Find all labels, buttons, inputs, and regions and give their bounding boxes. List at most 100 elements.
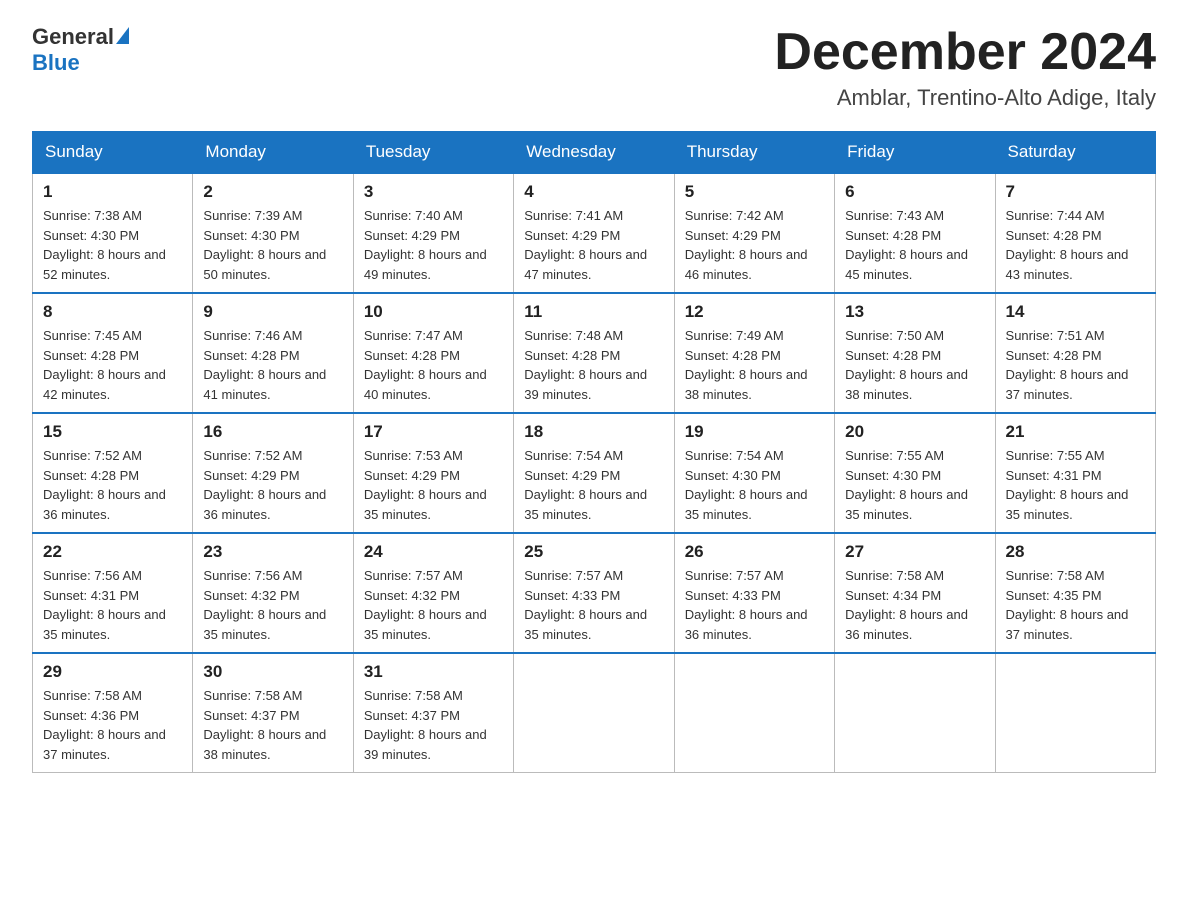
calendar-cell: 20 Sunrise: 7:55 AMSunset: 4:30 PMDayligh… xyxy=(835,413,995,533)
week-row-3: 15 Sunrise: 7:52 AMSunset: 4:28 PMDayligh… xyxy=(33,413,1156,533)
day-number: 17 xyxy=(364,422,503,442)
day-number: 27 xyxy=(845,542,984,562)
day-info: Sunrise: 7:56 AMSunset: 4:32 PMDaylight:… xyxy=(203,566,342,644)
day-number: 29 xyxy=(43,662,182,682)
header-thursday: Thursday xyxy=(674,132,834,174)
day-number: 16 xyxy=(203,422,342,442)
day-info: Sunrise: 7:40 AMSunset: 4:29 PMDaylight:… xyxy=(364,206,503,284)
day-info: Sunrise: 7:50 AMSunset: 4:28 PMDaylight:… xyxy=(845,326,984,404)
day-number: 15 xyxy=(43,422,182,442)
day-info: Sunrise: 7:57 AMSunset: 4:33 PMDaylight:… xyxy=(685,566,824,644)
day-number: 14 xyxy=(1006,302,1145,322)
day-info: Sunrise: 7:45 AMSunset: 4:28 PMDaylight:… xyxy=(43,326,182,404)
calendar-cell: 13 Sunrise: 7:50 AMSunset: 4:28 PMDayligh… xyxy=(835,293,995,413)
calendar-cell: 28 Sunrise: 7:58 AMSunset: 4:35 PMDayligh… xyxy=(995,533,1155,653)
header-monday: Monday xyxy=(193,132,353,174)
calendar-cell: 8 Sunrise: 7:45 AMSunset: 4:28 PMDaylight… xyxy=(33,293,193,413)
day-number: 3 xyxy=(364,182,503,202)
calendar-cell: 12Sunrise: 7:49 AMSunset: 4:28 PMDayligh… xyxy=(674,293,834,413)
calendar-cell: 26 Sunrise: 7:57 AMSunset: 4:33 PMDayligh… xyxy=(674,533,834,653)
day-info: Sunrise: 7:39 AMSunset: 4:30 PMDaylight:… xyxy=(203,206,342,284)
day-number: 10 xyxy=(364,302,503,322)
day-number: 23 xyxy=(203,542,342,562)
day-info: Sunrise: 7:58 AMSunset: 4:35 PMDaylight:… xyxy=(1006,566,1145,644)
calendar-cell: 18 Sunrise: 7:54 AMSunset: 4:29 PMDayligh… xyxy=(514,413,674,533)
calendar-cell: 1 Sunrise: 7:38 AMSunset: 4:30 PMDaylight… xyxy=(33,173,193,293)
calendar-cell: 23 Sunrise: 7:56 AMSunset: 4:32 PMDayligh… xyxy=(193,533,353,653)
day-number: 21 xyxy=(1006,422,1145,442)
day-number: 2 xyxy=(203,182,342,202)
month-title: December 2024 xyxy=(774,24,1156,81)
location-title: Amblar, Trentino-Alto Adige, Italy xyxy=(774,85,1156,111)
page-header: General Blue December 2024 Amblar, Trent… xyxy=(32,24,1156,111)
day-info: Sunrise: 7:58 AMSunset: 4:36 PMDaylight:… xyxy=(43,686,182,764)
day-info: Sunrise: 7:51 AMSunset: 4:28 PMDaylight:… xyxy=(1006,326,1145,404)
day-number: 4 xyxy=(524,182,663,202)
calendar-cell: 10 Sunrise: 7:47 AMSunset: 4:28 PMDayligh… xyxy=(353,293,513,413)
calendar-cell: 11 Sunrise: 7:48 AMSunset: 4:28 PMDayligh… xyxy=(514,293,674,413)
calendar-cell: 3 Sunrise: 7:40 AMSunset: 4:29 PMDaylight… xyxy=(353,173,513,293)
day-number: 20 xyxy=(845,422,984,442)
logo-triangle-icon xyxy=(116,27,129,44)
day-info: Sunrise: 7:57 AMSunset: 4:32 PMDaylight:… xyxy=(364,566,503,644)
header-wednesday: Wednesday xyxy=(514,132,674,174)
calendar-cell: 7 Sunrise: 7:44 AMSunset: 4:28 PMDaylight… xyxy=(995,173,1155,293)
calendar-cell: 15 Sunrise: 7:52 AMSunset: 4:28 PMDayligh… xyxy=(33,413,193,533)
day-info: Sunrise: 7:42 AMSunset: 4:29 PMDaylight:… xyxy=(685,206,824,284)
day-info: Sunrise: 7:52 AMSunset: 4:28 PMDaylight:… xyxy=(43,446,182,524)
calendar-cell: 31 Sunrise: 7:58 AMSunset: 4:37 PMDayligh… xyxy=(353,653,513,773)
day-info: Sunrise: 7:44 AMSunset: 4:28 PMDaylight:… xyxy=(1006,206,1145,284)
calendar-cell: 29 Sunrise: 7:58 AMSunset: 4:36 PMDayligh… xyxy=(33,653,193,773)
day-info: Sunrise: 7:54 AMSunset: 4:29 PMDaylight:… xyxy=(524,446,663,524)
header-sunday: Sunday xyxy=(33,132,193,174)
day-number: 5 xyxy=(685,182,824,202)
day-info: Sunrise: 7:54 AMSunset: 4:30 PMDaylight:… xyxy=(685,446,824,524)
day-number: 26 xyxy=(685,542,824,562)
calendar-cell: 6 Sunrise: 7:43 AMSunset: 4:28 PMDaylight… xyxy=(835,173,995,293)
day-info: Sunrise: 7:41 AMSunset: 4:29 PMDaylight:… xyxy=(524,206,663,284)
day-info: Sunrise: 7:47 AMSunset: 4:28 PMDaylight:… xyxy=(364,326,503,404)
day-number: 28 xyxy=(1006,542,1145,562)
calendar-cell: 5 Sunrise: 7:42 AMSunset: 4:29 PMDaylight… xyxy=(674,173,834,293)
calendar-cell xyxy=(674,653,834,773)
day-info: Sunrise: 7:53 AMSunset: 4:29 PMDaylight:… xyxy=(364,446,503,524)
day-number: 9 xyxy=(203,302,342,322)
calendar-cell: 22Sunrise: 7:56 AMSunset: 4:31 PMDayligh… xyxy=(33,533,193,653)
day-number: 31 xyxy=(364,662,503,682)
week-row-4: 22Sunrise: 7:56 AMSunset: 4:31 PMDayligh… xyxy=(33,533,1156,653)
day-number: 18 xyxy=(524,422,663,442)
day-info: Sunrise: 7:48 AMSunset: 4:28 PMDaylight:… xyxy=(524,326,663,404)
header-row: SundayMondayTuesdayWednesdayThursdayFrid… xyxy=(33,132,1156,174)
calendar-cell: 21 Sunrise: 7:55 AMSunset: 4:31 PMDayligh… xyxy=(995,413,1155,533)
calendar-cell: 2 Sunrise: 7:39 AMSunset: 4:30 PMDaylight… xyxy=(193,173,353,293)
day-number: 1 xyxy=(43,182,182,202)
day-info: Sunrise: 7:55 AMSunset: 4:30 PMDaylight:… xyxy=(845,446,984,524)
day-info: Sunrise: 7:58 AMSunset: 4:37 PMDaylight:… xyxy=(364,686,503,764)
title-area: December 2024 Amblar, Trentino-Alto Adig… xyxy=(774,24,1156,111)
calendar-cell: 4 Sunrise: 7:41 AMSunset: 4:29 PMDaylight… xyxy=(514,173,674,293)
day-number: 8 xyxy=(43,302,182,322)
calendar-cell: 17 Sunrise: 7:53 AMSunset: 4:29 PMDayligh… xyxy=(353,413,513,533)
day-info: Sunrise: 7:38 AMSunset: 4:30 PMDaylight:… xyxy=(43,206,182,284)
day-info: Sunrise: 7:55 AMSunset: 4:31 PMDaylight:… xyxy=(1006,446,1145,524)
calendar-cell: 24Sunrise: 7:57 AMSunset: 4:32 PMDayligh… xyxy=(353,533,513,653)
day-number: 13 xyxy=(845,302,984,322)
day-info: Sunrise: 7:46 AMSunset: 4:28 PMDaylight:… xyxy=(203,326,342,404)
week-row-2: 8 Sunrise: 7:45 AMSunset: 4:28 PMDaylight… xyxy=(33,293,1156,413)
day-info: Sunrise: 7:49 AMSunset: 4:28 PMDaylight:… xyxy=(685,326,824,404)
day-number: 25 xyxy=(524,542,663,562)
day-info: Sunrise: 7:57 AMSunset: 4:33 PMDaylight:… xyxy=(524,566,663,644)
day-number: 6 xyxy=(845,182,984,202)
calendar-cell xyxy=(835,653,995,773)
day-number: 30 xyxy=(203,662,342,682)
day-info: Sunrise: 7:43 AMSunset: 4:28 PMDaylight:… xyxy=(845,206,984,284)
logo-blue: Blue xyxy=(32,50,129,76)
calendar-cell xyxy=(514,653,674,773)
day-info: Sunrise: 7:52 AMSunset: 4:29 PMDaylight:… xyxy=(203,446,342,524)
day-number: 7 xyxy=(1006,182,1145,202)
calendar-cell: 9 Sunrise: 7:46 AMSunset: 4:28 PMDaylight… xyxy=(193,293,353,413)
calendar-table: SundayMondayTuesdayWednesdayThursdayFrid… xyxy=(32,131,1156,773)
calendar-cell: 25 Sunrise: 7:57 AMSunset: 4:33 PMDayligh… xyxy=(514,533,674,653)
day-number: 11 xyxy=(524,302,663,322)
day-info: Sunrise: 7:58 AMSunset: 4:37 PMDaylight:… xyxy=(203,686,342,764)
